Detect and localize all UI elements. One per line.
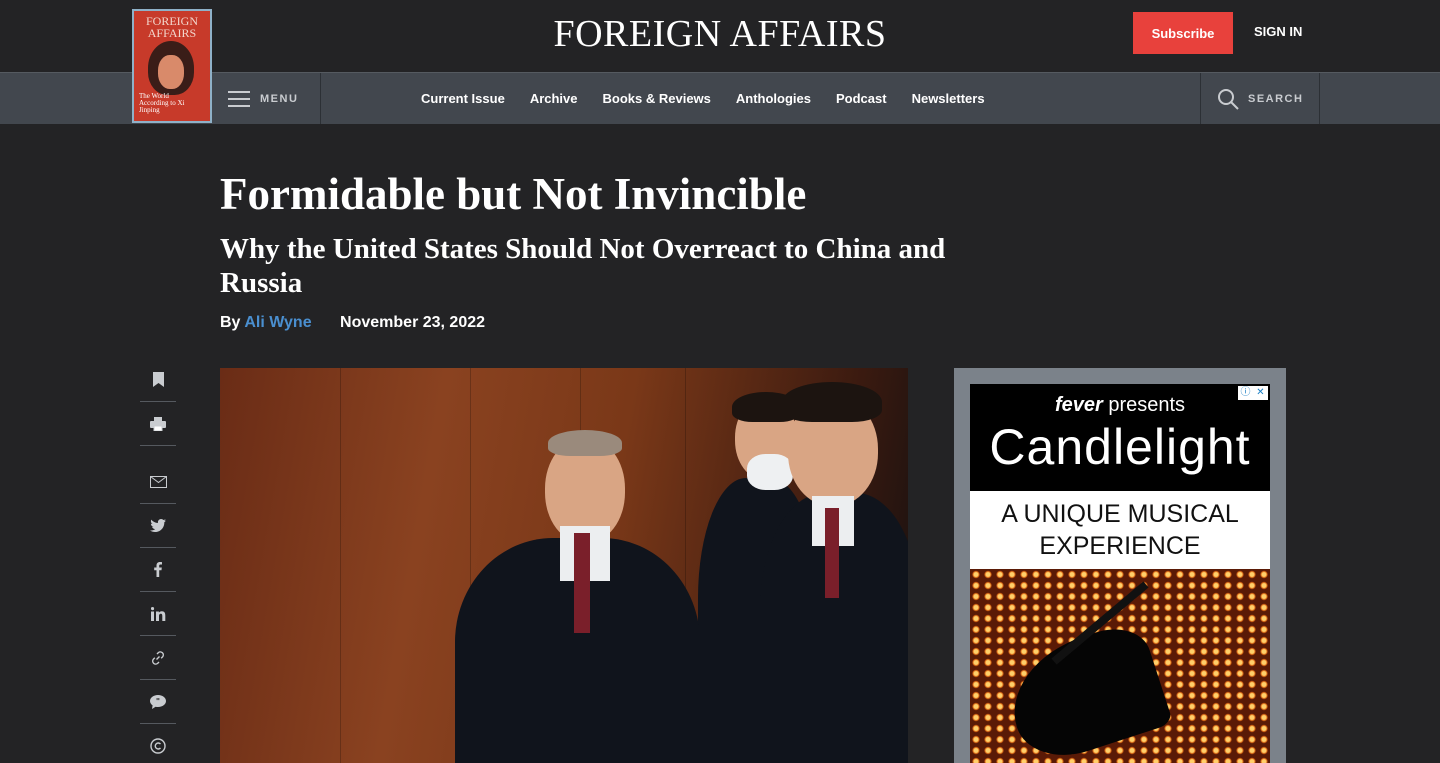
ad-tagline: A UNIQUE MUSICAL EXPERIENCE [970, 491, 1270, 569]
copyright-icon[interactable] [140, 724, 176, 763]
ad-presents: presents [1108, 394, 1186, 416]
facebook-icon[interactable] [140, 548, 176, 592]
search-button[interactable]: SEARCH [1200, 73, 1320, 124]
author-link[interactable]: Ali Wyne [244, 314, 311, 331]
article-hero-image [220, 368, 908, 763]
nav-link-podcast[interactable]: Podcast [836, 91, 887, 106]
top-bar: FOREIGN AFFAIRS Subscribe SIGN IN [0, 0, 1440, 72]
advertisement: ⓘ ✕ fever presents Candlelight A UNIQUE … [954, 368, 1286, 763]
comment-icon[interactable]: " [140, 680, 176, 724]
subscribe-button[interactable]: Subscribe [1133, 12, 1233, 54]
current-issue-cover[interactable]: FOREIGN AFFAIRS The World According to X… [132, 9, 212, 123]
cover-portrait [148, 41, 194, 95]
search-label: SEARCH [1248, 92, 1304, 105]
menu-button[interactable]: MENU [212, 73, 321, 124]
cover-subtitle: The World According to Xi Jinping [139, 92, 185, 114]
hamburger-icon [228, 90, 250, 107]
linkedin-icon[interactable] [140, 592, 176, 636]
link-icon[interactable] [140, 636, 176, 680]
ad-candles-photo [970, 569, 1270, 763]
publish-date: November 23, 2022 [340, 314, 486, 331]
ad-brand: fever [1054, 394, 1103, 416]
ad-headline: Candlelight [989, 419, 1251, 475]
nav-link-current-issue[interactable]: Current Issue [421, 91, 505, 106]
article-title: Formidable but Not Invincible [220, 169, 807, 219]
primary-nav: Current Issue Archive Books & Reviews An… [410, 73, 999, 124]
menu-label: MENU [260, 92, 299, 105]
ad-creative[interactable]: ⓘ ✕ fever presents Candlelight A UNIQUE … [970, 384, 1270, 763]
twitter-icon[interactable] [140, 504, 176, 548]
svg-text:": " [156, 696, 160, 705]
article-subtitle: Why the United States Should Not Overrea… [220, 233, 946, 299]
cover-masthead: FOREIGN AFFAIRS [145, 14, 198, 40]
nav-link-anthologies[interactable]: Anthologies [736, 91, 811, 106]
print-icon[interactable] [140, 402, 176, 446]
search-icon [1218, 88, 1239, 110]
email-icon[interactable] [140, 460, 176, 504]
sign-in-link[interactable]: SIGN IN [1254, 24, 1302, 39]
nav-link-newsletters[interactable]: Newsletters [912, 91, 985, 106]
byline-prefix: By [220, 314, 241, 331]
nav-bar: MENU Current Issue Archive Books & Revie… [0, 72, 1440, 124]
ad-brand-line: fever presents [970, 394, 1270, 417]
nav-link-archive[interactable]: Archive [530, 91, 578, 106]
nav-link-books-reviews[interactable]: Books & Reviews [603, 91, 711, 106]
byline: By Ali Wyne November 23, 2022 [220, 314, 485, 332]
share-rail: " [140, 358, 176, 763]
bookmark-icon[interactable] [140, 358, 176, 402]
